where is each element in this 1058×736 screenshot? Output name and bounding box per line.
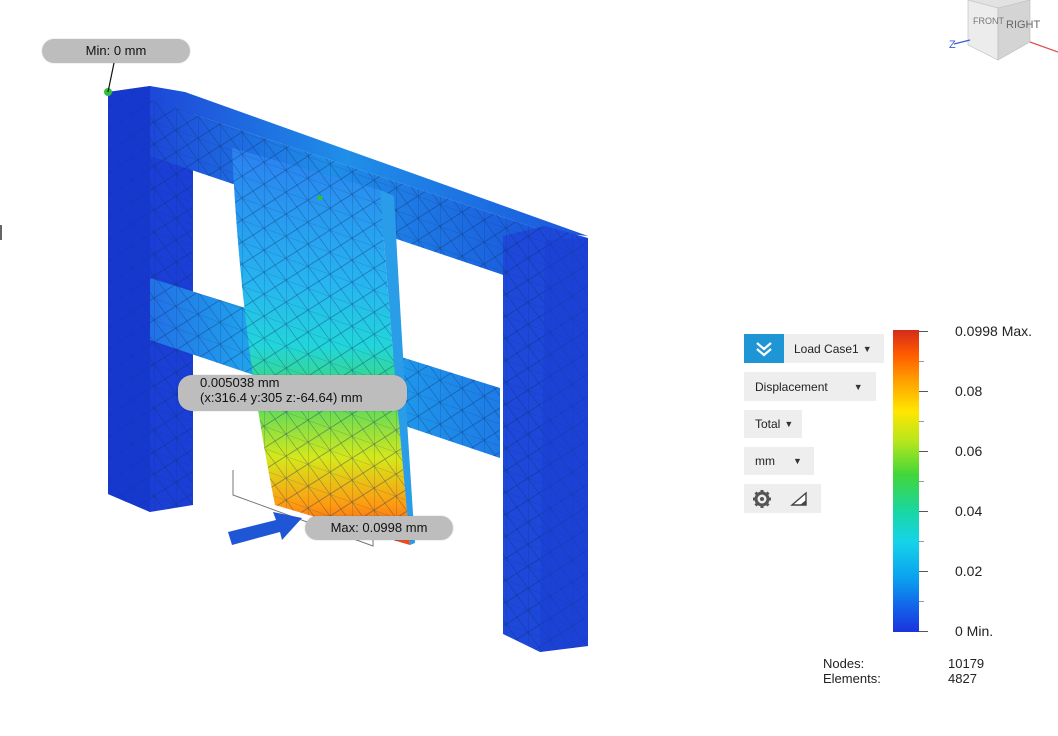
result-type-label: Displacement <box>755 379 828 394</box>
double-chevron-down-icon <box>756 341 772 356</box>
component-label: Total <box>755 417 781 431</box>
legend-label: 0.06 <box>955 443 983 459</box>
caret-down-icon: ▼ <box>862 343 872 354</box>
load-case-dropdown[interactable]: Load Case1 ▼ <box>784 334 884 363</box>
probe-coordinates: (x:316.4 y:305 z:-64.64) mm <box>200 390 363 405</box>
caret-down-icon: ▼ <box>793 456 802 466</box>
legend-tick-minor <box>919 421 924 422</box>
legend-max-label: 0.0998 Max. <box>955 323 1033 339</box>
viewcube-front-label[interactable]: FRONT <box>973 16 1004 26</box>
legend-options-group <box>744 484 821 513</box>
legend-label: 0.02 <box>955 563 983 579</box>
caret-down-icon: ▼ <box>784 419 794 429</box>
load-case-toggle-button[interactable] <box>744 334 784 363</box>
max-callout[interactable]: Max: 0.0998 mm <box>305 516 453 540</box>
load-case-label: Load Case1 <box>794 341 859 356</box>
min-callout-text: Min: 0 mm <box>85 43 147 58</box>
legend-tick <box>919 391 928 392</box>
elements-value: 4827 <box>948 671 977 686</box>
nodes-value: 10179 <box>948 656 985 671</box>
caret-down-icon: ▼ <box>853 381 863 392</box>
min-callout[interactable]: Min: 0 mm <box>42 39 190 63</box>
gradient-legend-icon[interactable] <box>790 490 808 507</box>
legend-tick <box>919 451 928 452</box>
unit-label: mm <box>755 454 775 468</box>
probe-value: 0.005038 mm <box>200 375 280 390</box>
probe-callout[interactable]: 0.005038 mm (x:316.4 y:305 z:-64.64) mm <box>178 375 407 411</box>
axis-z-label: Z <box>949 39 956 51</box>
legend-label: 0.04 <box>955 503 983 519</box>
unit-dropdown[interactable]: mm ▼ <box>744 447 814 475</box>
max-callout-text: Max: 0.0998 mm <box>330 520 428 535</box>
result-type-dropdown[interactable]: Displacement ▼ <box>744 372 876 401</box>
legend-tick-minor <box>919 541 924 542</box>
gear-icon[interactable] <box>752 489 772 509</box>
load-arrow-icon <box>228 512 302 545</box>
legend-min-label: 0 Min. <box>955 623 994 639</box>
component-dropdown[interactable]: Total ▼ <box>744 410 802 438</box>
legend-tick <box>919 331 928 332</box>
legend-tick <box>919 631 928 632</box>
probe-marker <box>317 195 323 201</box>
legend-tick <box>919 571 928 572</box>
viewcube-right-label[interactable]: RIGHT <box>1006 19 1041 31</box>
fea-model[interactable] <box>104 62 588 652</box>
viewcube[interactable]: FRONT RIGHT Z <box>940 0 1058 80</box>
elements-label: Elements: <box>823 671 881 686</box>
legend-tick <box>919 511 928 512</box>
legend-tick-minor <box>919 481 924 482</box>
legend-tick-minor <box>919 601 924 602</box>
legend-tick-minor <box>919 361 924 362</box>
nodes-label: Nodes: <box>823 656 865 671</box>
legend-label: 0.08 <box>955 383 983 399</box>
color-legend-bar <box>893 330 919 632</box>
